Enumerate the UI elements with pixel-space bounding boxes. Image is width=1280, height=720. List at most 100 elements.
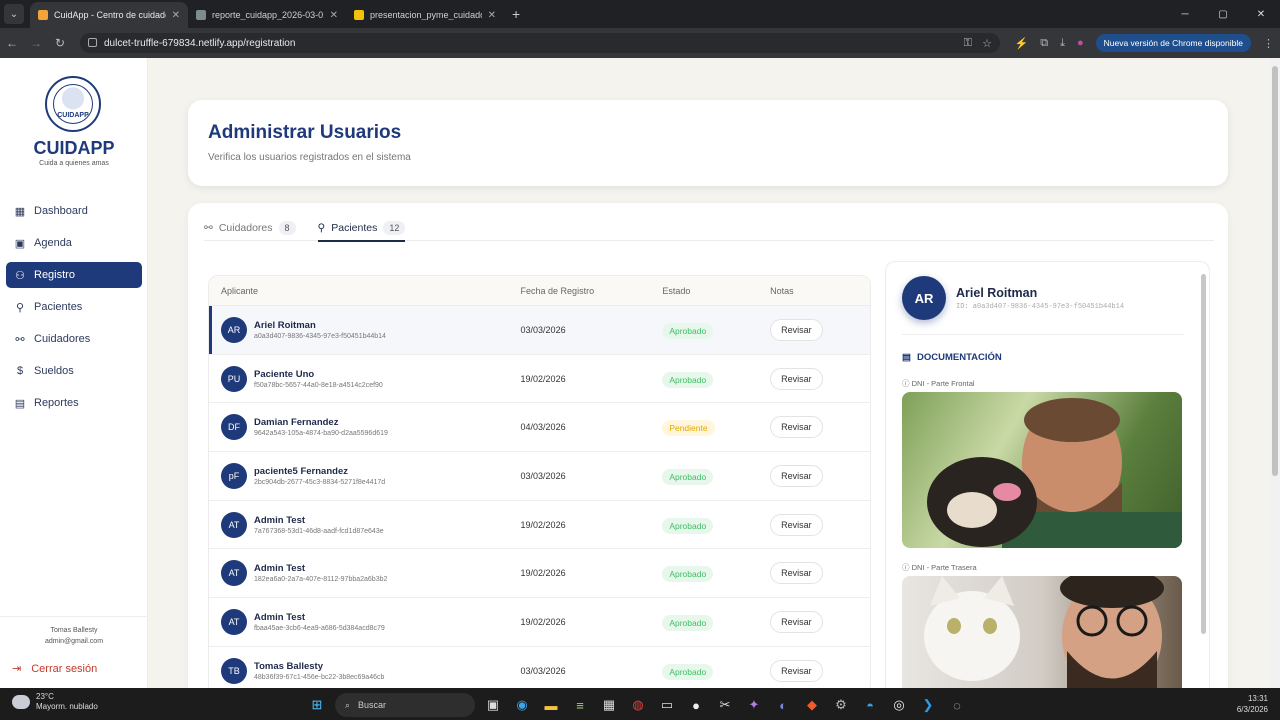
browser-tab[interactable]: reporte_cuidapp_2026-03-01_2 ✕ — [188, 2, 346, 28]
web-page: CUIDAPP CUIDAPP Cuida a quienes amas ▦ Da… — [0, 58, 1280, 688]
tab-label: Cuidadores — [218, 222, 273, 234]
settings-icon[interactable]: ⚙ — [830, 694, 852, 716]
review-button[interactable]: Revisar — [770, 318, 823, 341]
url-field[interactable]: dulcet-truffle-679834.netlify.app/regist… — [80, 33, 1000, 53]
review-button[interactable]: Revisar — [770, 416, 823, 439]
photo-man-with-cat — [924, 576, 1164, 688]
download-icon[interactable]: ⤓ — [1060, 37, 1065, 50]
table-row[interactable]: DF Damian Fernandez 9642a543-105a-4874-ba9… — [209, 403, 870, 453]
tab-cuidadores[interactable]: ⚯ Cuidadores 8 — [204, 215, 296, 241]
calculator-icon[interactable]: ▦ — [598, 694, 620, 716]
taskbar-search[interactable]: ⌕ Buscar — [335, 693, 475, 717]
terminal-icon[interactable]: ▭ — [656, 694, 678, 716]
sidebar-item-dashboard[interactable]: ▦ Dashboard — [6, 198, 142, 224]
browser-tab[interactable]: presentacion_pyme_cuidadore ✕ — [346, 2, 504, 28]
tab-search-chevron-icon[interactable]: ⌄ — [4, 4, 24, 24]
chrome-menu-icon[interactable]: ⋮ — [1263, 37, 1274, 50]
sidebar-item-reportes[interactable]: ▤ Reportes — [6, 390, 142, 416]
review-button[interactable]: Revisar — [770, 659, 823, 682]
sidebar-item-label: Agenda — [34, 237, 72, 249]
review-button[interactable]: Revisar — [770, 513, 823, 536]
soccer-app-icon[interactable]: ◎ — [888, 694, 910, 716]
applicant-name: Admin Test — [254, 611, 306, 623]
back-icon[interactable]: ← — [0, 36, 24, 50]
snipping-tool-icon[interactable]: ✂ — [714, 694, 736, 716]
system-clock[interactable]: 13:31 6/3/2026 — [1237, 693, 1268, 715]
browser-tab[interactable]: CuidApp - Centro de cuidados ✕ — [30, 2, 188, 28]
user-email: admin@gmail.com — [44, 638, 104, 645]
tab-pacientes[interactable]: ⚲ Pacientes 12 — [317, 215, 406, 242]
user-icon: ⚲ — [15, 301, 25, 314]
extension-bolt-icon[interactable]: ⚡ — [1015, 37, 1029, 50]
url-text: dulcet-truffle-679834.netlify.app/regist… — [104, 37, 296, 49]
file-explorer-icon[interactable]: ▬ — [540, 694, 562, 716]
reload-icon[interactable]: ↻ — [48, 36, 72, 50]
detail-avatar: AR — [902, 276, 946, 320]
review-button[interactable]: Revisar — [770, 610, 823, 633]
maximize-icon[interactable]: ▢ — [1204, 9, 1242, 20]
discord-icon[interactable]: ◐ — [772, 694, 794, 716]
page-title: Administrar Usuarios — [208, 122, 402, 143]
table-row[interactable]: AT Admin Test fbaa45ae-3cb6-4ea9-a686-5d38… — [209, 598, 870, 647]
sidebar-item-cuidadores[interactable]: ⚯ Cuidadores — [6, 326, 142, 352]
review-button[interactable]: Revisar — [770, 464, 823, 487]
tab-close-icon[interactable]: ✕ — [488, 10, 496, 21]
page-scrollbar[interactable] — [1270, 58, 1280, 688]
new-tab-button[interactable]: + — [512, 6, 520, 22]
task-view-icon[interactable]: ▣ — [482, 694, 504, 716]
status-badge: Aprobado — [662, 468, 714, 485]
edge-app-icon[interactable]: ◉ — [511, 694, 533, 716]
tab-close-icon[interactable]: ✕ — [330, 10, 338, 21]
profile-avatar-icon[interactable]: ● — [1077, 37, 1084, 49]
dni-back-image[interactable] — [902, 576, 1182, 688]
table-row[interactable]: AT Admin Test 7a767368-53d1-46d8-aadf-fcd1… — [209, 501, 870, 550]
vscode-icon[interactable]: ❯ — [917, 694, 939, 716]
weather-app-icon[interactable]: ◓ — [859, 694, 881, 716]
password-key-icon[interactable]: ⚿ — [964, 37, 972, 50]
clock-date: 6/3/2026 — [1236, 705, 1268, 714]
sidebar-item-sueldos[interactable]: $ Sueldos — [6, 358, 142, 384]
bookmark-star-icon[interactable]: ☆ — [982, 37, 992, 50]
review-button[interactable]: Revisar — [770, 367, 823, 390]
sidebar-item-label: Reportes — [34, 397, 79, 409]
github-icon[interactable]: ● — [685, 694, 707, 716]
app-icon-editor[interactable]: ≡ — [569, 694, 591, 716]
registration-date: 19/02/2026 — [520, 373, 566, 384]
applicant-name: Ariel Roitman — [254, 319, 316, 331]
documentation-heading: ▤ DOCUMENTACIÓN — [902, 352, 1002, 363]
sidebar-item-label: Registro — [34, 269, 75, 281]
sidebar-item-pacientes[interactable]: ⚲ Pacientes — [6, 294, 142, 320]
weather-widget[interactable]: 23°C Mayorm. nublado — [12, 692, 98, 712]
user-name: Tomas Ballesty — [50, 627, 98, 634]
dni-front-image[interactable] — [902, 392, 1182, 548]
sidebar-item-agenda[interactable]: ▣ Agenda — [6, 230, 142, 256]
tab-close-icon[interactable]: ✕ — [172, 10, 180, 21]
table-row[interactable]: AT Admin Test 182ea6a0-2a7a-407e-8112-97bb… — [209, 549, 870, 599]
site-info-icon[interactable] — [88, 38, 97, 47]
windows-taskbar: 23°C Mayorm. nublado ⊞ ⌕ Buscar ▣ ◉ ▬ ≡ … — [0, 688, 1280, 720]
extensions-icon[interactable]: ⧉ — [1040, 37, 1048, 50]
sidebar-item-registro[interactable]: ⚇ Registro — [6, 262, 142, 288]
applicant-id: 48b36f39-67c1-456e-bc22-3b8ec69a46cb — [254, 673, 385, 681]
brave-icon[interactable]: ◆ — [801, 694, 823, 716]
chrome-app-icon[interactable]: ◍ — [627, 694, 649, 716]
avatar: AT — [221, 560, 247, 587]
detail-scrollbar[interactable] — [1199, 262, 1207, 688]
app-logo[interactable]: CUIDAPP — [45, 76, 101, 132]
status-badge: Aprobado — [662, 614, 714, 631]
main-content: Administrar Usuarios Verifica los usuari… — [148, 58, 1270, 688]
table-row[interactable]: AR Ariel Roitman a0a3d407-9836-4345-97e3-f… — [209, 306, 870, 355]
table-row[interactable]: pF paciente5 Fernandez 2bc904db-2677-45c3-… — [209, 452, 870, 501]
windows-start-icon[interactable]: ⊞ — [306, 694, 328, 716]
registration-date: 19/02/2026 — [520, 519, 566, 530]
chrome-update-button[interactable]: Nueva versión de Chrome disponible — [1095, 34, 1251, 52]
app-icon-extra[interactable]: ◌ — [946, 694, 968, 716]
close-window-icon[interactable]: ✕ — [1242, 9, 1280, 20]
forward-icon[interactable]: → — [24, 36, 48, 50]
table-row[interactable]: TB Tomas Ballesty 48b36f39-67c1-456e-bc22-… — [209, 647, 870, 688]
table-row[interactable]: PU Paciente Uno f50a78bc-5657-44a0-8e18-a4… — [209, 355, 870, 404]
minimize-icon[interactable]: ─ — [1166, 9, 1204, 20]
copilot-icon[interactable]: ✦ — [743, 694, 765, 716]
logout-button[interactable]: ⇥ Cerrar sesión — [12, 662, 97, 676]
review-button[interactable]: Revisar — [770, 562, 823, 585]
